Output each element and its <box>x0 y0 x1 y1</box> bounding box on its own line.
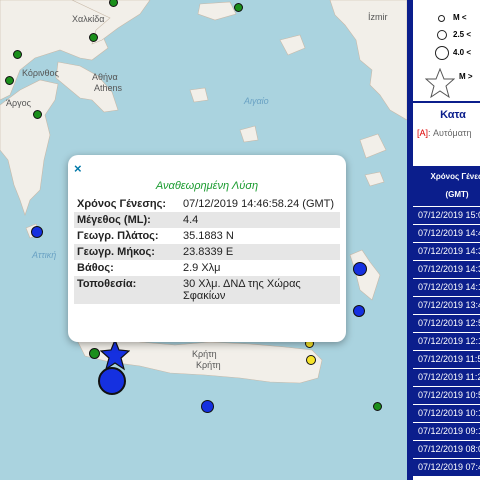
earthquake-marker[interactable] <box>353 305 365 317</box>
map-label-kriti-en: Κρήτη <box>196 360 221 370</box>
catalog-title: Κατα <box>440 109 466 121</box>
latitude-value: 35.1883 N <box>183 230 234 242</box>
earthquake-marker[interactable] <box>5 76 14 85</box>
earthquake-catalog: Κατα [A]: Αυτόματη Χρόνος Γένεσ (GMT) 07… <box>413 103 480 480</box>
popup-close-button[interactable]: × <box>74 161 82 176</box>
table-row: Τοποθεσία: 30 Χλμ. ΔΝΔ της Χώρας Σφακίων <box>74 276 340 304</box>
origin-time-label: Χρόνος Γένεσης: <box>77 198 167 210</box>
longitude-label: Γεωγρ. Μήκος: <box>74 244 180 260</box>
earthquake-marker[interactable] <box>234 3 243 12</box>
map-label-athens-en: Athens <box>94 83 123 93</box>
legend-item: 4.0 < <box>453 48 472 57</box>
map-label-chalkida: Χαλκίδα <box>72 14 105 24</box>
depth-label: Βάθος: <box>77 262 114 274</box>
earthquake-marker[interactable] <box>353 262 367 276</box>
origin-time-value: 07/12/2019 14:46:58.24 (GMT) <box>183 198 335 210</box>
earthquake-marker[interactable] <box>306 355 316 365</box>
selected-earthquake-star-icon[interactable] <box>100 338 130 372</box>
magnitude-value: 4.4 <box>180 212 340 228</box>
earthquake-marker[interactable] <box>31 226 43 238</box>
earthquake-marker[interactable] <box>13 50 22 59</box>
side-panel: M < 2.5 < 4.0 < M > Κατα [A]: Αυτόματη Χ… <box>407 0 480 480</box>
table-row: Βάθος: 2.9 Χλμ <box>74 260 340 276</box>
table-row[interactable]: 07/12/2019 11:5 <box>413 350 480 368</box>
map-label-korinthos: Κόρινθος <box>22 68 59 78</box>
magnitude-legend: M < 2.5 < 4.0 < M > <box>413 0 480 101</box>
popup-title: Αναθεωρημένη Λύση <box>155 180 259 192</box>
earthquake-info-popup: × Αναθεωρημένη Λύση Χρόνος Γένεσης: 07/12… <box>68 155 346 342</box>
legend-item: M > <box>459 72 473 81</box>
table-row: Γεωγρ. Πλάτος: 35.1883 N <box>74 228 340 244</box>
map-label-athens-gr: Αθήνα <box>92 72 118 82</box>
earthquake-marker[interactable] <box>89 33 98 42</box>
map-label-aegean: Αιγαίο <box>244 96 269 106</box>
magnitude-label: Μέγεθος (ML): <box>74 212 180 228</box>
table-row: Μέγεθος (ML): 4.4 <box>74 212 340 228</box>
legend-small-circle-icon <box>438 15 445 22</box>
legend-item: 2.5 < <box>453 30 472 39</box>
location-value: 30 Χλμ. ΔΝΔ της Χώρας Σφακίων <box>180 276 340 304</box>
table-row[interactable]: 07/12/2019 11:2 <box>413 368 480 386</box>
table-row[interactable]: 07/12/2019 07:4 <box>413 458 480 476</box>
longitude-value: 23.8339 E <box>180 244 340 260</box>
legend-item: M < <box>453 13 467 22</box>
table-row[interactable]: 07/12/2019 13:4 <box>413 296 480 314</box>
table-row: Χρόνος Γένεσης: 07/12/2019 14:46:58.24 (G… <box>74 196 340 212</box>
legend-large-circle-icon <box>435 46 449 60</box>
table-row[interactable]: 07/12/2019 14:3 <box>413 260 480 278</box>
depth-value: 2.9 Χλμ <box>183 262 221 274</box>
table-row: Γεωγρ. Μήκος: 23.8339 E <box>74 244 340 260</box>
map-label-kriti-gr: Κρήτη <box>192 349 217 359</box>
table-row[interactable]: 07/12/2019 14:1 <box>413 278 480 296</box>
header-gmt: (GMT) <box>445 190 469 199</box>
table-row[interactable]: 07/12/2019 14:3 <box>413 242 480 260</box>
legend-star-icon <box>425 68 455 98</box>
table-row[interactable]: 07/12/2019 10:1 <box>413 404 480 422</box>
table-row[interactable]: 07/12/2019 15:0 <box>413 206 480 224</box>
table-row[interactable]: 07/12/2019 14:4 <box>413 224 480 242</box>
legend-medium-circle-icon <box>437 30 447 40</box>
table-row[interactable]: 07/12/2019 09:1 <box>413 422 480 440</box>
table-row[interactable]: 07/12/2019 12:5 <box>413 314 480 332</box>
automatic-text: : Αυτόματη <box>428 128 472 138</box>
location-label: Τοποθεσία: <box>74 276 180 304</box>
catalog-header: Χρόνος Γένεσ (GMT) <box>413 166 480 206</box>
earthquake-marker[interactable] <box>89 348 100 359</box>
seismic-map[interactable]: Χαλκίδα Αθήνα Athens İzmir Κόρινθος Άργο… <box>0 0 407 480</box>
automatic-note: [A]: Αυτόματη <box>417 128 471 138</box>
map-label-argos: Άργος <box>6 98 31 108</box>
latitude-label: Γεωγρ. Πλάτος: <box>77 230 159 242</box>
table-row[interactable]: 07/12/2019 10:5 <box>413 386 480 404</box>
table-row[interactable]: 07/12/2019 12:1 <box>413 332 480 350</box>
earthquake-marker[interactable] <box>373 402 382 411</box>
map-label-attiki: Αττική <box>32 250 57 260</box>
earthquake-marker[interactable] <box>33 110 42 119</box>
table-row[interactable]: 07/12/2019 08:0 <box>413 440 480 458</box>
map-label-izmir: İzmir <box>368 12 388 22</box>
automatic-tag: [A] <box>417 128 429 138</box>
header-origin-time: Χρόνος Γένεσ <box>430 172 480 181</box>
earthquake-marker[interactable] <box>201 400 214 413</box>
earthquake-details-table: Χρόνος Γένεσης: 07/12/2019 14:46:58.24 (G… <box>74 196 340 304</box>
